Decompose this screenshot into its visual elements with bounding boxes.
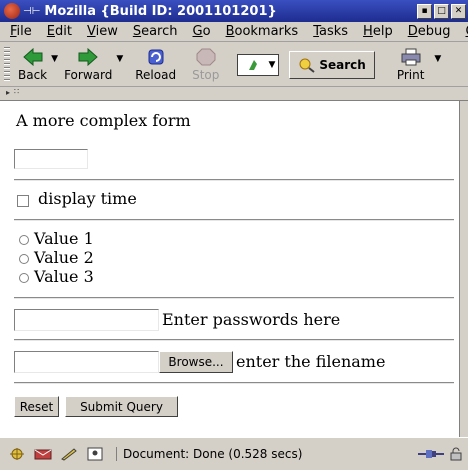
navigator-icon[interactable] — [8, 447, 26, 461]
menu-tasks[interactable]: Tasks — [313, 24, 348, 39]
divider — [14, 382, 454, 384]
menu-edit[interactable]: Edit — [47, 24, 72, 39]
menu-file[interactable]: File — [10, 24, 32, 39]
display-time-checkbox[interactable] — [17, 195, 29, 207]
reload-button[interactable]: Reload — [135, 45, 176, 85]
status-bar: Document: Done (0.528 secs) — [0, 437, 468, 470]
forward-dropdown-icon[interactable]: ▼ — [116, 54, 123, 64]
menu-help[interactable]: Help — [363, 24, 393, 39]
menu-search[interactable]: Search — [133, 24, 178, 39]
menu-debug[interactable]: Debug — [408, 24, 451, 39]
divider — [14, 339, 454, 341]
maximize-button[interactable]: □ — [434, 3, 449, 19]
forward-button[interactable]: Forward — [64, 45, 112, 85]
radio-label: Value 1 — [34, 229, 94, 248]
radio-label: Value 3 — [34, 267, 94, 286]
divider — [14, 219, 454, 221]
browse-button[interactable]: Browse... — [159, 351, 233, 373]
maximize-icon: □ — [437, 5, 446, 16]
minimize-button[interactable]: ▪ — [417, 3, 432, 19]
address-book-icon[interactable] — [86, 447, 104, 461]
location-combo[interactable]: ▼ — [237, 53, 280, 76]
radio-value-1[interactable] — [19, 235, 29, 245]
personal-toolbar-collapsed[interactable]: ▸ ∷ — [0, 87, 468, 101]
stop-icon — [196, 48, 216, 65]
print-dropdown-icon[interactable]: ▼ — [434, 54, 441, 64]
search-icon — [299, 58, 315, 73]
print-button[interactable]: Print — [397, 45, 424, 85]
reload-icon — [148, 49, 164, 64]
radio-label: Value 2 — [34, 248, 94, 267]
title-bar: ⊣⊢ Mozilla {Build ID: 2001101201} ▪ □ ✕ — [0, 0, 468, 22]
menu-bar: File Edit View Search Go Bookmarks Tasks… — [0, 22, 468, 42]
menu-bookmarks[interactable]: Bookmarks — [226, 24, 299, 39]
search-button[interactable]: Search — [289, 50, 375, 79]
file-label: enter the filename — [236, 352, 386, 371]
checkbox-label: display time — [38, 189, 137, 208]
mail-icon[interactable] — [34, 447, 52, 461]
page-heading: A more complex form — [16, 111, 191, 130]
stop-button[interactable]: Stop — [192, 45, 219, 85]
security-lock-icon[interactable] — [448, 447, 464, 461]
close-icon: ✕ — [454, 5, 463, 16]
minimize-icon: ▪ — [421, 5, 428, 16]
composer-icon[interactable] — [60, 447, 78, 461]
page-icon — [249, 59, 258, 70]
title-prefix: ⊣⊢ — [23, 5, 41, 17]
toolbar-grip-icon[interactable] — [4, 46, 10, 83]
close-button[interactable]: ✕ — [451, 3, 466, 19]
radio-value-2[interactable] — [19, 254, 29, 264]
expand-arrow-icon: ▸ — [6, 88, 11, 97]
radio-value-3[interactable] — [19, 273, 29, 283]
content-edge — [460, 101, 468, 437]
navigation-toolbar: Back ▼ Forward ▼ Reload Stop ▼ Search Pr… — [0, 43, 468, 87]
password-input[interactable] — [14, 309, 159, 331]
menu-go[interactable]: Go — [193, 24, 211, 39]
submit-button[interactable]: Submit Query — [65, 396, 178, 417]
back-dropdown-icon[interactable]: ▼ — [51, 54, 58, 64]
online-connection-icon[interactable] — [418, 447, 444, 461]
password-label: Enter passwords here — [162, 310, 341, 329]
page-content: A more complex form display time Value 1… — [0, 101, 460, 437]
combo-dropdown-icon: ▼ — [268, 59, 276, 70]
divider — [14, 179, 454, 181]
printer-icon — [401, 48, 421, 65]
forward-arrow-icon — [78, 47, 98, 66]
back-button[interactable]: Back — [18, 45, 47, 85]
window-title: Mozilla {Build ID: 2001101201} — [44, 3, 277, 19]
reset-button[interactable]: Reset — [14, 396, 59, 417]
bar-grip-icon: ∷ — [14, 87, 20, 96]
text-input[interactable] — [14, 149, 88, 169]
back-arrow-icon — [22, 47, 43, 66]
status-text: Document: Done (0.528 secs) — [116, 447, 302, 461]
mozilla-logo-icon[interactable] — [4, 3, 20, 19]
menu-view[interactable]: View — [87, 24, 118, 39]
file-path-input[interactable] — [14, 351, 159, 373]
divider — [14, 297, 454, 299]
